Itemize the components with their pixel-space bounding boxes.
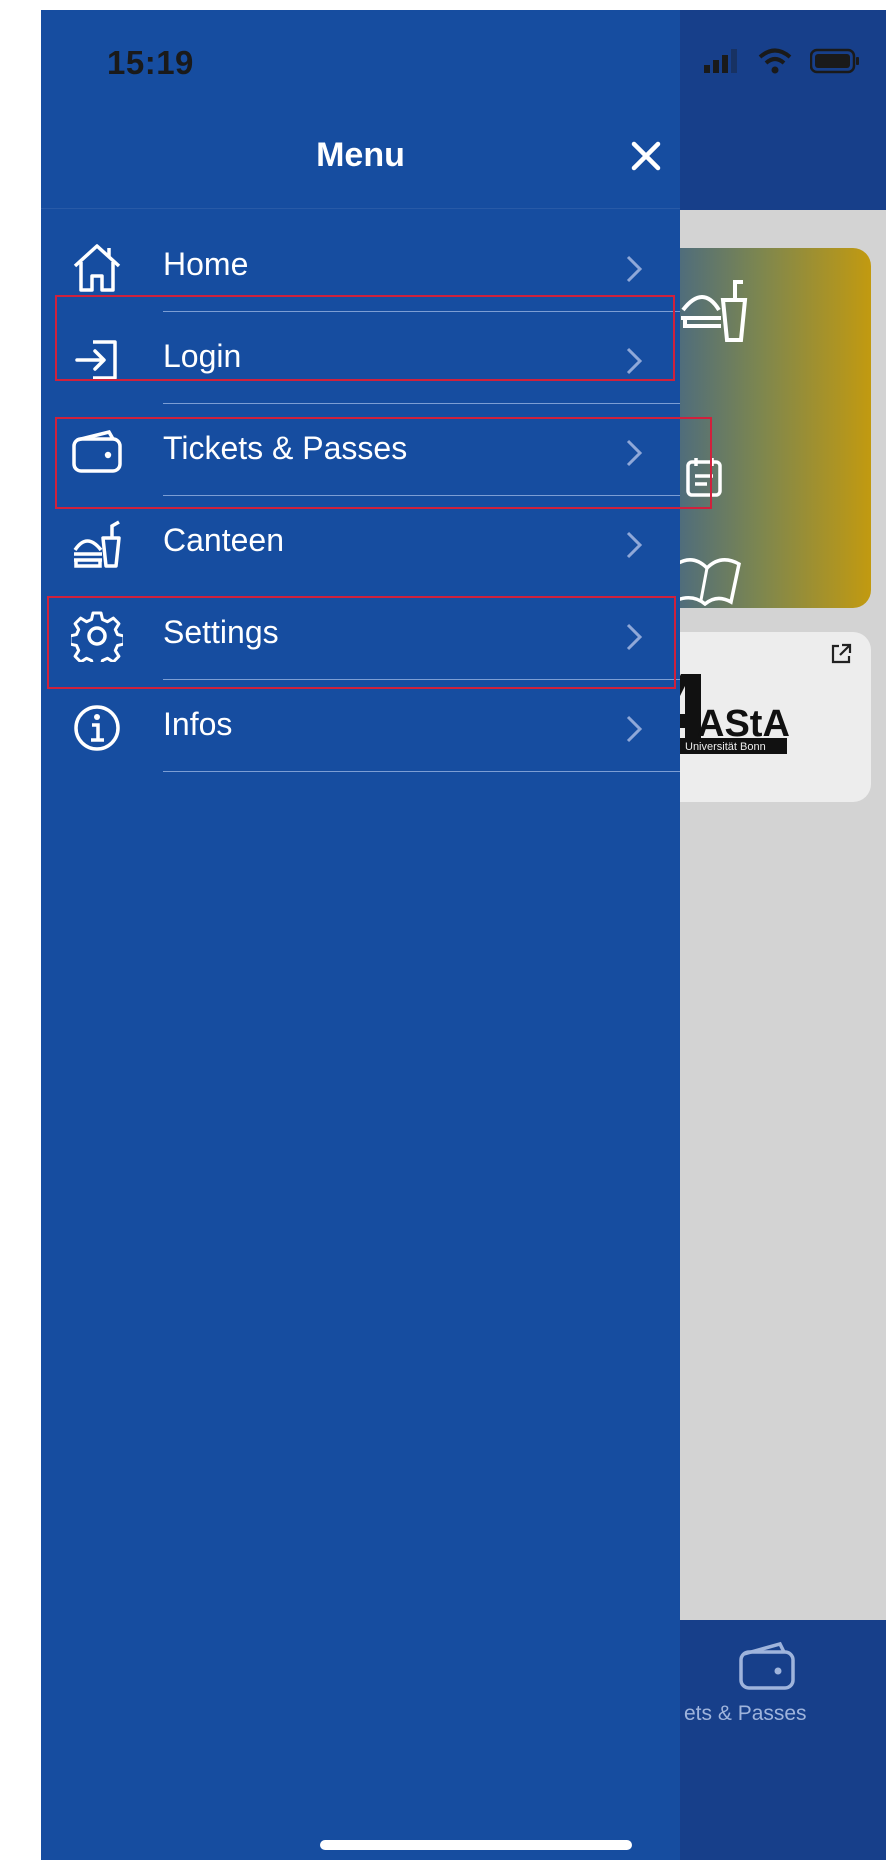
home-indicator[interactable] (320, 1840, 632, 1850)
signal-icon (704, 49, 737, 73)
battery-icon (810, 48, 859, 74)
menu-item-label: Infos (163, 706, 233, 742)
wifi-icon (758, 48, 792, 74)
menu-title: Menu (316, 136, 405, 174)
tickets-highlight-box (55, 417, 712, 509)
close-icon[interactable] (626, 136, 666, 176)
tab-tickets-label[interactable]: ets & Passes (684, 1702, 807, 1726)
login-highlight-box (55, 295, 675, 381)
chevron-right-icon (626, 715, 643, 743)
menu-item-canteen[interactable]: Canteen (41, 496, 680, 588)
home-icon (73, 244, 121, 292)
status-icons (704, 48, 860, 74)
phone-screen: AStA Universität Bonn ets & Passes 15:19… (41, 10, 886, 1860)
canteen-card-icon (681, 280, 748, 342)
menu-item-label: Canteen (163, 522, 284, 558)
side-menu-drawer: 15:19 Menu Home Login Tickets & Passes C… (41, 10, 712, 1860)
asta-logo-subtitle: Universität Bonn (685, 741, 766, 753)
chevron-right-icon (626, 531, 643, 559)
header-divider (41, 208, 680, 209)
menu-divider (163, 770, 680, 772)
menu-item-label: Home (163, 246, 249, 282)
settings-highlight-box (47, 596, 676, 689)
canteen-icon (73, 520, 121, 568)
tab-wallet-icon[interactable] (738, 1640, 796, 1692)
status-time: 15:19 (107, 44, 194, 81)
external-link-icon[interactable] (829, 642, 853, 666)
chevron-right-icon (626, 255, 643, 283)
book-icon (675, 558, 741, 606)
menu-item-infos[interactable]: Infos (41, 680, 680, 772)
info-icon (74, 705, 120, 751)
